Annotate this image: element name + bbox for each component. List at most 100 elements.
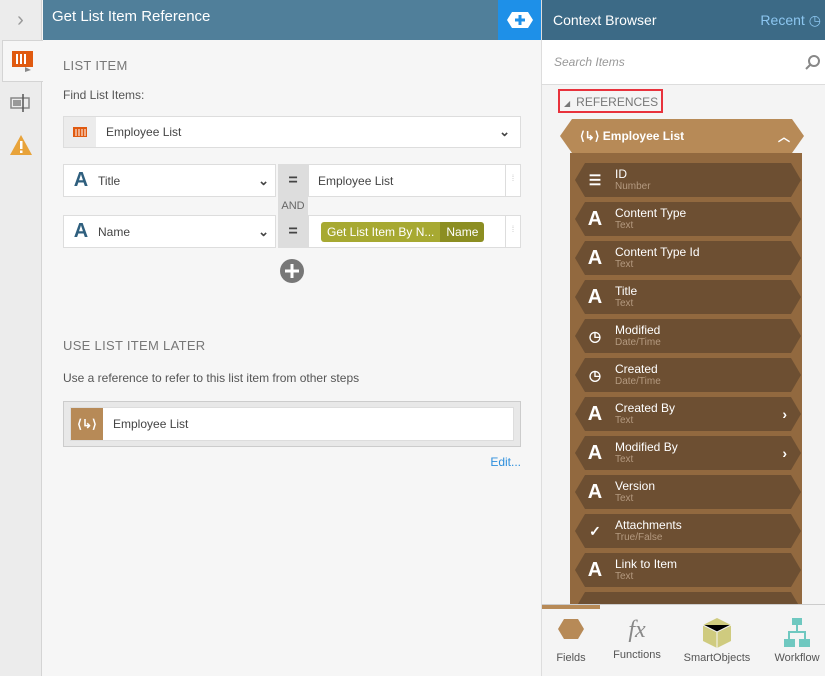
main-panel: LIST ITEM Find List Items: Employee List… (43, 40, 541, 676)
drag-handle-icon[interactable]: ⁞ (505, 216, 520, 247)
chevron-down-icon: ⌄ (499, 124, 510, 139)
field-name: Modified (615, 323, 661, 337)
browser-tabs: Fields fx Functions SmartObjects Workflow (542, 604, 825, 676)
field-item[interactable]: A Modified By Text › (575, 436, 801, 470)
add-step-button[interactable] (498, 0, 541, 40)
field-item[interactable]: ☰ ID Number (575, 163, 801, 197)
list-select-value: Employee List (106, 125, 182, 139)
tab-label: SmartObjects (683, 652, 751, 664)
context-browser-title: Context Browser (553, 12, 657, 28)
operator-equals[interactable]: = (278, 164, 308, 197)
operator-equals[interactable]: = (278, 215, 308, 248)
context-browser-header: Context Browser Recent ◷ (542, 0, 825, 40)
active-tab-indicator (542, 605, 600, 609)
field-type: Text (615, 220, 634, 231)
A-icon: A (587, 285, 603, 308)
plus-circle-icon (280, 259, 304, 283)
token-tail: Name (440, 221, 485, 242)
condition-value-input[interactable]: Get List Item By N... Name ⁞ (308, 215, 521, 248)
tab-label: Functions (613, 649, 661, 661)
condition-field-select[interactable]: A Name ⌄ (63, 215, 276, 248)
reference-icon: ⟨↳⟩ (71, 408, 103, 440)
recent-label: Recent (760, 12, 805, 28)
rename-tab[interactable] (0, 82, 41, 124)
chevron-up-icon[interactable]: ︿ (778, 128, 790, 145)
tab-workflow[interactable]: Workflow (762, 617, 825, 664)
warnings-tab[interactable] (0, 124, 41, 166)
field-name: Title (615, 284, 638, 298)
add-condition-button[interactable] (280, 259, 304, 286)
and-joiner[interactable]: AND (278, 197, 308, 215)
context-browser: Context Browser Recent ◷ Search Items ◢ RE… (541, 0, 825, 676)
references-header[interactable]: ◢ REFERENCES (558, 89, 663, 113)
employee-list-group[interactable]: ⟨↳⟩ Employee List ︿ (560, 119, 804, 153)
page-title: Get List Item Reference (43, 0, 498, 40)
condition-field: Title (98, 173, 121, 188)
plus-hex-icon (506, 12, 533, 28)
condition-field: Name (98, 224, 131, 239)
left-rail: › (0, 0, 43, 676)
clock-icon: ◷ (808, 11, 821, 28)
field-item[interactable]: ✓ Attachments True/False (575, 514, 801, 548)
field-item[interactable]: A Version Text (575, 475, 801, 509)
condition-value: Employee List (318, 173, 394, 188)
field-name: Modified By (615, 440, 678, 454)
tab-fields[interactable]: Fields (536, 617, 606, 664)
list-item-icon (12, 51, 33, 72)
reference-item[interactable]: ⟨↳⟩ Employee List (70, 407, 514, 441)
section-list-item: LIST ITEM (63, 58, 128, 73)
field-type: True/False (615, 532, 663, 543)
list-select[interactable]: Employee List ⌄ (63, 116, 521, 148)
field-item[interactable]: A Link to Item Text (575, 553, 801, 587)
text-type-icon: A (73, 220, 89, 242)
numbered-list-icon: ☰ (588, 171, 602, 188)
section-use-later: USE LIST ITEM LATER (63, 338, 206, 353)
field-type: Text (615, 415, 634, 426)
fx-icon: fx (628, 617, 646, 643)
field-item[interactable]: A Created By Text › (575, 397, 801, 431)
condition-field-select[interactable]: A Title ⌄ (63, 164, 276, 197)
search-placeholder: Search Items (554, 55, 625, 69)
condition-value-input[interactable]: Employee List ⁞ (308, 164, 521, 197)
tab-label: Fields (556, 652, 586, 664)
chevron-right-icon[interactable]: › (782, 406, 787, 422)
edit-link[interactable]: Edit... (490, 455, 521, 469)
reference-token[interactable]: Get List Item By N... Name (321, 221, 485, 242)
chevron-right-icon[interactable]: › (782, 445, 787, 461)
find-list-items-label: Find List Items: (63, 88, 145, 102)
field-item[interactable]: A Title Text (575, 280, 801, 314)
group-name: Employee List (602, 129, 685, 143)
search-icon[interactable] (805, 54, 821, 70)
chevron-down-icon: ⌄ (258, 172, 269, 188)
field-item[interactable]: A Content Type Id Text (575, 241, 801, 275)
field-item[interactable]: •Folder (575, 592, 801, 604)
drag-handle-icon[interactable]: ⁞ (505, 165, 520, 196)
A-icon: A (587, 207, 603, 230)
field-name: Content Type Id (615, 245, 700, 259)
field-list: ☰ ID Number A Content Type Text A Content Type … (570, 153, 802, 604)
field-item[interactable]: ◷ Created Date/Time (575, 358, 801, 392)
A-icon: A (587, 558, 603, 581)
A-icon: A (587, 402, 603, 425)
field-type: Text (615, 571, 634, 582)
field-name: Created (615, 362, 658, 376)
list-item-tab[interactable] (2, 40, 43, 82)
field-name: Content Type (615, 206, 687, 220)
field-type: Text (615, 493, 634, 504)
tab-functions[interactable]: fx Functions (602, 617, 672, 661)
field-name: Version (615, 479, 656, 493)
tab-smartobjects[interactable]: SmartObjects (682, 617, 752, 664)
field-item[interactable]: ◷ Modified Date/Time (575, 319, 801, 353)
text-type-icon: A (73, 169, 89, 191)
field-name: Created By (615, 401, 676, 415)
field-type: Date/Time (615, 337, 661, 348)
recent-button[interactable]: Recent ◷ (760, 12, 821, 29)
field-item[interactable]: A Content Type Text (575, 202, 801, 236)
field-name: ID (615, 167, 627, 181)
expand-chevron-icon[interactable]: › (0, 0, 41, 40)
search-input[interactable]: Search Items (542, 40, 825, 85)
reference-container: ⟨↳⟩ Employee List (63, 401, 521, 447)
text-cursor-icon (9, 94, 30, 112)
reference-icon: ⟨↳⟩ (580, 129, 603, 143)
field-type: Text (615, 454, 634, 465)
